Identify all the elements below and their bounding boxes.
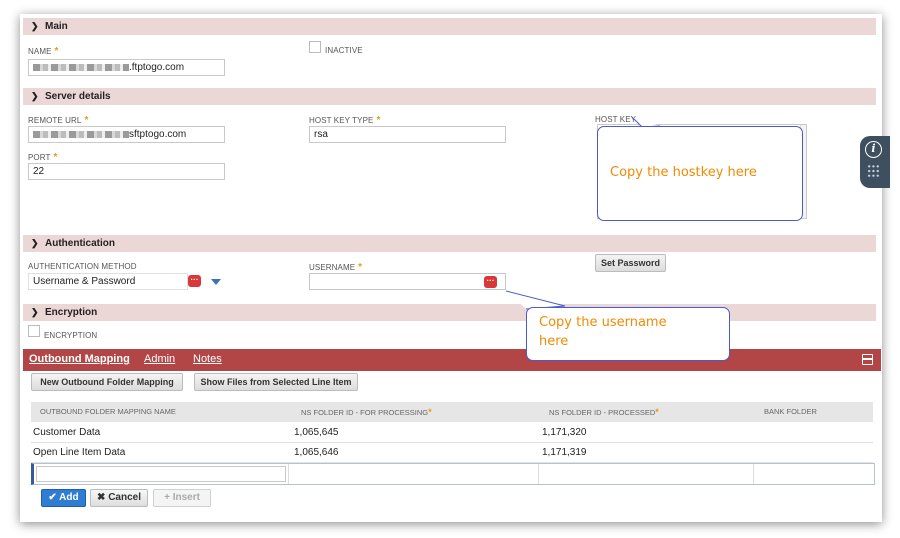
chevron-down-icon: ❯: [31, 21, 39, 31]
cancel-button[interactable]: ✖ Cancel: [90, 489, 148, 507]
redacted-text: [33, 63, 129, 71]
more-options-icon[interactable]: ···: [188, 275, 201, 287]
table-cell[interactable]: [34, 464, 289, 484]
list-menu-icon[interactable]: [862, 354, 873, 365]
required-asterisk: *: [54, 46, 59, 57]
tab-outbound-mapping[interactable]: Outbound Mapping: [29, 353, 130, 365]
username-input[interactable]: [309, 273, 506, 290]
table-cell[interactable]: Customer Data: [33, 427, 100, 438]
host-key-type-input[interactable]: rsa: [309, 126, 506, 143]
inactive-label: INACTIVE: [325, 46, 363, 55]
new-outbound-folder-mapping-button[interactable]: New Outbound Folder Mapping: [31, 373, 183, 391]
add-button[interactable]: ✔ Add: [41, 489, 86, 507]
set-password-button[interactable]: Set Password: [595, 254, 666, 272]
column-header[interactable]: NS FOLDER ID - PROCESSED*: [549, 402, 659, 422]
table-cell[interactable]: 1,065,646: [294, 447, 339, 458]
remote-url-input[interactable]: sftptogo.com: [28, 126, 225, 143]
hostkey-callout: Copy the hostkey here: [597, 126, 803, 221]
row-divider: [31, 442, 873, 443]
tab-notes[interactable]: Notes: [193, 353, 222, 365]
insert-button[interactable]: + Insert: [153, 489, 211, 507]
section-header-authentication[interactable]: ❯ Authentication: [23, 235, 876, 252]
table-cell[interactable]: 1,171,319: [542, 447, 587, 458]
new-line-row[interactable]: [31, 463, 875, 485]
name-label: NAME *: [28, 46, 59, 57]
table-cell[interactable]: 1,065,645: [294, 427, 339, 438]
required-asterisk: *: [376, 115, 381, 126]
chevron-down-icon: ❯: [31, 307, 39, 317]
column-header[interactable]: NS FOLDER ID - FOR PROCESSING*: [301, 402, 432, 422]
chevron-down-icon: ❯: [31, 91, 39, 101]
chevron-down-icon: ❯: [31, 238, 39, 248]
host-key-type-label: HOST KEY TYPE *: [309, 115, 381, 126]
section-header-encryption[interactable]: ❯ Encryption: [23, 304, 876, 321]
auth-method-select[interactable]: Username & Password: [28, 273, 188, 290]
column-header[interactable]: BANK FOLDER: [764, 402, 817, 422]
username-callout: Copy the username here: [526, 307, 730, 361]
section-title: Authentication: [45, 238, 115, 249]
auth-method-label: AUTHENTICATION METHOD: [28, 262, 137, 271]
encryption-checkbox[interactable]: [28, 325, 40, 337]
table-cell[interactable]: [539, 464, 754, 484]
table-cell[interactable]: Open Line Item Data: [33, 447, 125, 458]
encryption-label: ENCRYPTION: [44, 331, 98, 340]
section-title: Encryption: [45, 307, 98, 318]
port-input[interactable]: 22: [28, 163, 225, 180]
table-cell[interactable]: [289, 464, 539, 484]
required-asterisk: *: [84, 115, 89, 126]
name-input[interactable]: .ftptogo.com: [28, 59, 225, 76]
form-window: ❯ Main NAME * .ftptogo.com INACTIVE ❯ Serve…: [20, 14, 882, 522]
section-title: Server details: [45, 91, 111, 102]
info-icon[interactable]: i: [865, 141, 882, 158]
chevron-down-icon[interactable]: [211, 279, 221, 285]
inactive-checkbox[interactable]: [309, 41, 321, 53]
host-key-label: HOST KEY: [595, 115, 637, 124]
required-asterisk: *: [53, 152, 58, 163]
more-options-icon[interactable]: ···: [484, 276, 497, 288]
column-header[interactable]: OUTBOUND FOLDER MAPPING NAME: [40, 402, 176, 422]
table-cell[interactable]: 1,171,320: [542, 427, 587, 438]
section-title: Main: [45, 21, 68, 32]
username-label: USERNAME *: [309, 262, 363, 273]
section-header-server-details[interactable]: ❯ Server details: [23, 88, 876, 105]
section-header-main[interactable]: ❯ Main: [23, 18, 876, 35]
subtab-bar: Outbound Mapping Admin Notes: [23, 349, 881, 371]
port-label: PORT *: [28, 152, 58, 163]
redacted-text: [33, 130, 129, 138]
required-asterisk: *: [358, 262, 363, 273]
show-files-button[interactable]: Show Files from Selected Line Item: [194, 373, 358, 391]
info-widget[interactable]: i: [860, 136, 890, 188]
tab-admin[interactable]: Admin: [144, 353, 175, 365]
remote-url-label: REMOTE URL *: [28, 115, 89, 126]
keypad-icon[interactable]: [867, 164, 880, 178]
